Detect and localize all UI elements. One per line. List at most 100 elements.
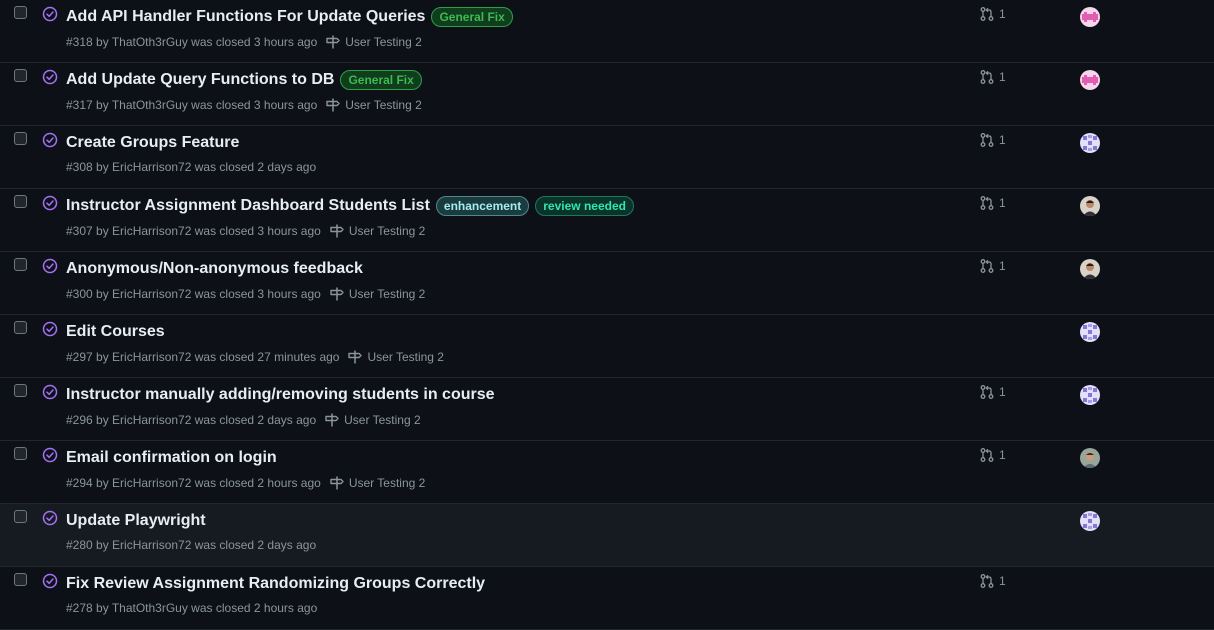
- issue-label[interactable]: enhancement: [435, 196, 530, 216]
- select-checkbox[interactable]: [14, 258, 27, 271]
- title-line: Add Update Query Functions to DB General …: [66, 69, 422, 91]
- title-line: Instructor manually adding/removing stud…: [66, 384, 495, 406]
- issue-label[interactable]: General Fix: [431, 7, 513, 27]
- select-checkbox[interactable]: [14, 384, 27, 397]
- milestone-link[interactable]: User Testing 2: [329, 223, 425, 239]
- linked-pr-link[interactable]: 1: [979, 258, 1006, 274]
- issue-title-link[interactable]: Instructor Assignment Dashboard Students…: [66, 197, 430, 215]
- issue-title-link[interactable]: Add API Handler Functions For Update Que…: [66, 8, 425, 26]
- title-line: Update Playwright: [66, 510, 206, 532]
- issue-title-link[interactable]: Edit Courses: [66, 323, 165, 341]
- select-checkbox[interactable]: [14, 321, 27, 334]
- assignee-avatar[interactable]: [1080, 385, 1100, 405]
- milestone-icon: [329, 223, 349, 239]
- milestone-label: User Testing 2: [348, 476, 426, 490]
- issue-meta: #300 by EricHarrison72 was closed 3 hour…: [66, 286, 425, 302]
- title-line: Anonymous/Non-anonymous feedback: [66, 258, 363, 280]
- milestone-link[interactable]: User Testing 2: [329, 475, 425, 491]
- pull-request-icon: [979, 258, 995, 274]
- linked-pr-link[interactable]: 1: [979, 447, 1006, 463]
- assignee-avatar[interactable]: [1080, 7, 1100, 27]
- issue-title-link[interactable]: Add Update Query Functions to DB: [66, 71, 334, 89]
- linked-pr-link[interactable]: 1: [979, 384, 1006, 400]
- milestone-label: User Testing 2: [348, 224, 426, 238]
- issue-title-link[interactable]: Anonymous/Non-anonymous feedback: [66, 260, 363, 278]
- issue-row[interactable]: Create Groups Feature #308 by EricHarriso…: [0, 126, 1214, 189]
- linked-pr-link[interactable]: 1: [979, 573, 1006, 589]
- linked-pr-count: 1: [999, 70, 1006, 84]
- select-checkbox[interactable]: [14, 6, 27, 19]
- pull-request-icon: [979, 132, 995, 148]
- assignee-avatar[interactable]: [1080, 322, 1100, 342]
- issue-title-link[interactable]: Create Groups Feature: [66, 134, 239, 152]
- issue-row[interactable]: Update Playwright #280 by EricHarrison72 …: [0, 504, 1214, 567]
- issue-row[interactable]: Add Update Query Functions to DB General …: [0, 63, 1214, 126]
- issue-meta: #317 by ThatOth3rGuy was closed 3 hours …: [66, 97, 422, 113]
- issue-title-link[interactable]: Instructor manually adding/removing stud…: [66, 386, 495, 404]
- title-line: Fix Review Assignment Randomizing Groups…: [66, 573, 485, 595]
- select-checkbox[interactable]: [14, 69, 27, 82]
- issue-meta-text: #278 by ThatOth3rGuy was closed 2 hours …: [66, 601, 318, 615]
- milestone-link[interactable]: User Testing 2: [325, 97, 422, 113]
- select-checkbox[interactable]: [14, 573, 27, 586]
- issue-meta-text: #317 by ThatOth3rGuy was closed 3 hours …: [66, 98, 318, 112]
- milestone-link[interactable]: User Testing 2: [347, 349, 444, 365]
- issue-list: Add API Handler Functions For Update Que…: [0, 0, 1214, 630]
- closed-issue-icon: [42, 132, 58, 148]
- issue-meta: #280 by EricHarrison72 was closed 2 days…: [66, 538, 316, 552]
- assignee-avatar[interactable]: [1080, 70, 1100, 90]
- select-checkbox[interactable]: [14, 132, 27, 145]
- select-checkbox[interactable]: [14, 447, 27, 460]
- milestone-link[interactable]: User Testing 2: [324, 412, 421, 428]
- milestone-link[interactable]: User Testing 2: [329, 286, 425, 302]
- issue-row[interactable]: Instructor Assignment Dashboard Students…: [0, 189, 1214, 252]
- milestone-icon: [325, 97, 345, 113]
- issue-meta: #308 by EricHarrison72 was closed 2 days…: [66, 160, 316, 174]
- milestone-icon: [324, 412, 344, 428]
- assignee-avatar[interactable]: [1080, 448, 1100, 468]
- issue-label[interactable]: review needed: [535, 196, 634, 216]
- issue-meta: #297 by EricHarrison72 was closed 27 min…: [66, 349, 444, 365]
- linked-pr-count: 1: [999, 448, 1006, 462]
- linked-pr-count: 1: [999, 574, 1006, 588]
- issue-meta-text: #307 by EricHarrison72 was closed 3 hour…: [66, 224, 321, 238]
- issue-row[interactable]: Edit Courses #297 by EricHarrison72 was c…: [0, 315, 1214, 378]
- closed-issue-icon: [42, 69, 58, 85]
- linked-pr-link[interactable]: 1: [979, 195, 1006, 211]
- assignee-avatar[interactable]: [1080, 196, 1100, 216]
- issue-label[interactable]: General Fix: [340, 70, 422, 90]
- pull-request-icon: [979, 69, 995, 85]
- title-line: Edit Courses: [66, 321, 165, 343]
- issue-meta: #296 by EricHarrison72 was closed 2 days…: [66, 412, 421, 428]
- milestone-icon: [329, 475, 349, 491]
- pull-request-icon: [979, 195, 995, 211]
- issue-meta-text: #294 by EricHarrison72 was closed 2 hour…: [66, 476, 321, 490]
- issue-title-link[interactable]: Update Playwright: [66, 512, 206, 530]
- closed-issue-icon: [42, 321, 58, 337]
- linked-pr-link[interactable]: 1: [979, 6, 1006, 22]
- assignee-avatar[interactable]: [1080, 133, 1100, 153]
- issue-row[interactable]: Email confirmation on login #294 by EricH…: [0, 441, 1214, 504]
- pull-request-icon: [979, 384, 995, 400]
- linked-pr-count: 1: [999, 196, 1006, 210]
- issue-row[interactable]: Add API Handler Functions For Update Que…: [0, 0, 1214, 63]
- linked-pr-link[interactable]: 1: [979, 69, 1006, 85]
- issue-row[interactable]: Anonymous/Non-anonymous feedback #300 by …: [0, 252, 1214, 315]
- linked-pr-link[interactable]: 1: [979, 132, 1006, 148]
- select-checkbox[interactable]: [14, 195, 27, 208]
- assignee-avatar[interactable]: [1080, 259, 1100, 279]
- select-checkbox[interactable]: [14, 510, 27, 523]
- issue-row[interactable]: Instructor manually adding/removing stud…: [0, 378, 1214, 441]
- issue-title-link[interactable]: Fix Review Assignment Randomizing Groups…: [66, 575, 485, 593]
- milestone-link[interactable]: User Testing 2: [325, 34, 422, 50]
- linked-pr-count: 1: [999, 385, 1006, 399]
- title-line: Email confirmation on login: [66, 447, 277, 469]
- issue-row[interactable]: Fix Review Assignment Randomizing Groups…: [0, 567, 1214, 630]
- assignee-avatar[interactable]: [1080, 511, 1100, 531]
- issue-title-link[interactable]: Email confirmation on login: [66, 449, 277, 467]
- milestone-label: User Testing 2: [344, 413, 421, 427]
- linked-pr-count: 1: [999, 259, 1006, 273]
- milestone-icon: [329, 286, 349, 302]
- closed-issue-icon: [42, 258, 58, 274]
- pull-request-icon: [979, 447, 995, 463]
